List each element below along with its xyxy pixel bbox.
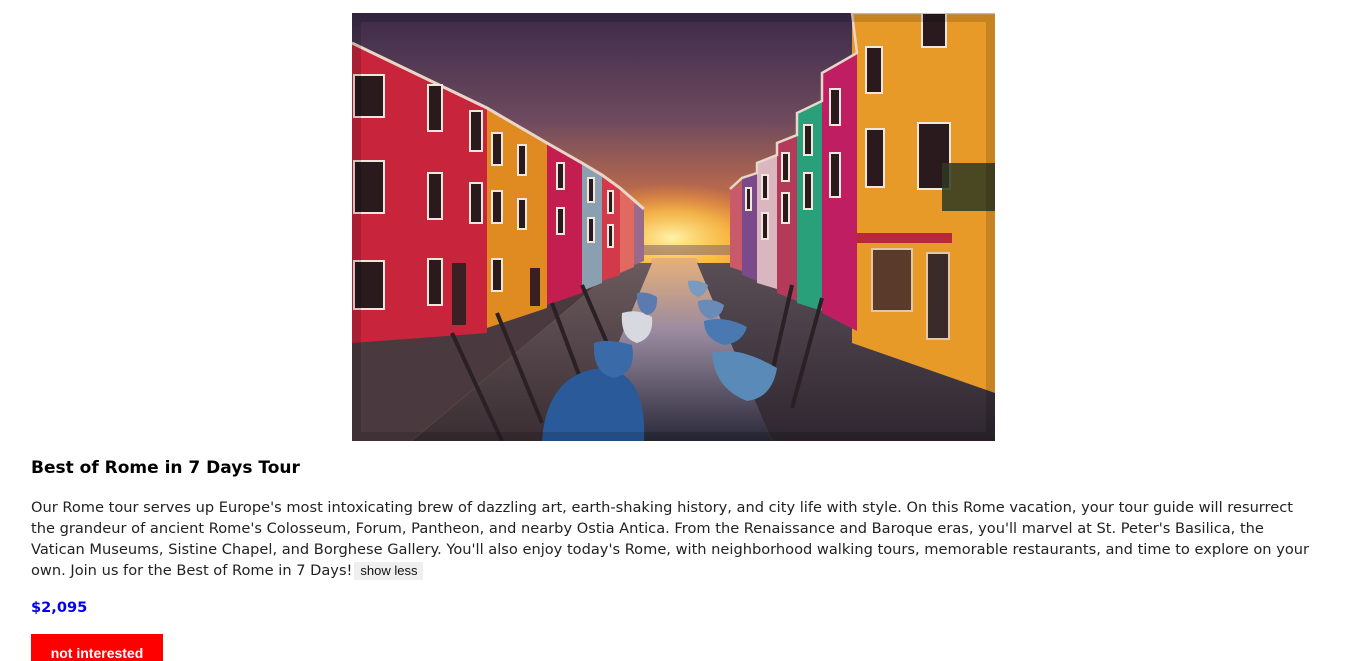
tour-image xyxy=(352,13,995,441)
not-interested-button[interactable]: not interested xyxy=(31,634,163,661)
tour-price: $2,095 xyxy=(31,599,88,616)
tour-description-text: Our Rome tour serves up Europe's most in… xyxy=(31,499,1310,579)
show-less-button[interactable]: show less xyxy=(354,562,424,580)
tour-description: Our Rome tour serves up Europe's most in… xyxy=(31,497,1321,581)
tour-title: Best of Rome in 7 Days Tour xyxy=(31,458,300,478)
tour-card: Best of Rome in 7 Days Tour Our Rome tou… xyxy=(0,0,1347,661)
